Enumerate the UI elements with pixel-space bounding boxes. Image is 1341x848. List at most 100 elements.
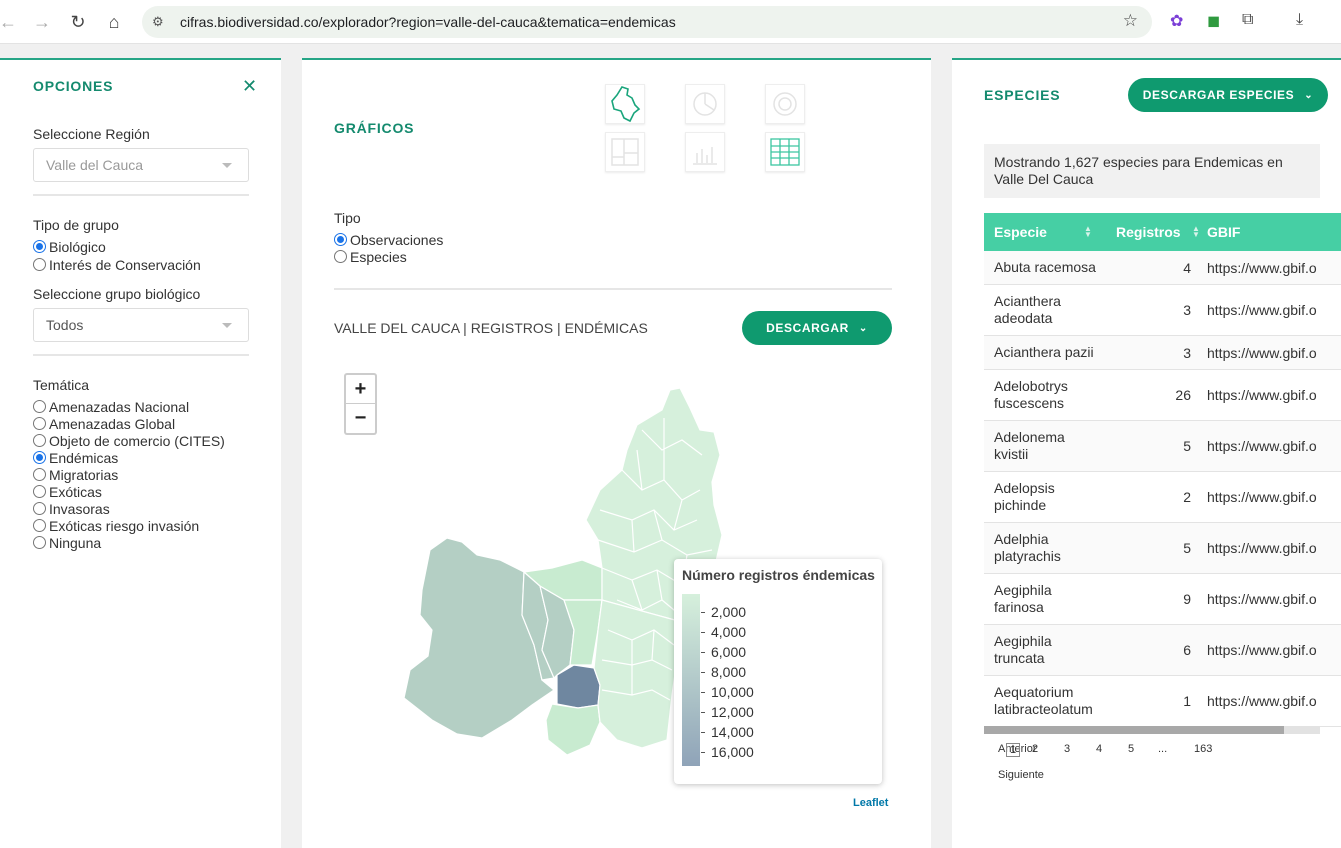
- radio-theme[interactable]: Exóticas: [33, 483, 102, 500]
- bar-chart-icon[interactable]: [685, 132, 725, 172]
- table-cell-gbif[interactable]: https://www.gbif.o: [1201, 387, 1317, 403]
- table-row[interactable]: Acianthera adeodata 3 https://www.gbif.o: [984, 285, 1341, 336]
- extension-flower-icon[interactable]: ✿: [1170, 11, 1183, 31]
- table-cell-gbif[interactable]: https://www.gbif.o: [1201, 260, 1317, 276]
- column-header-gbif[interactable]: GBIF: [1201, 224, 1240, 240]
- table-cell-gbif[interactable]: https://www.gbif.o: [1201, 693, 1317, 709]
- radio-button[interactable]: [33, 468, 46, 481]
- pagination-page[interactable]: ...: [1158, 743, 1167, 755]
- radio-button[interactable]: [33, 451, 46, 464]
- pagination-next[interactable]: Siguiente: [998, 769, 1044, 781]
- radio-button[interactable]: [33, 519, 46, 532]
- table-cell-gbif[interactable]: https://www.gbif.o: [1201, 438, 1317, 454]
- type-label: Tipo: [334, 210, 361, 226]
- municipality-south-cluster[interactable]: [593, 599, 683, 749]
- radio-theme[interactable]: Amenazadas Global: [33, 415, 175, 432]
- radio-type-especies[interactable]: Especies: [334, 248, 407, 265]
- map-legend: Número registros éndemicas 2,000 4,000 6,0…: [674, 559, 882, 784]
- table-row[interactable]: Adelopsis pichinde 2 https://www.gbif.o: [984, 472, 1341, 523]
- extension-green-icon[interactable]: ◼: [1207, 11, 1220, 31]
- radio-theme[interactable]: Ninguna: [33, 534, 101, 551]
- table-row[interactable]: Adelobotrys fuscescens 26 https://www.gbif…: [984, 370, 1341, 421]
- radio-theme[interactable]: Amenazadas Nacional: [33, 398, 189, 415]
- address-bar[interactable]: ⚙ cifras.biodiversidad.co/explorador?reg…: [142, 6, 1152, 38]
- download-species-button[interactable]: DESCARGAR ESPECIES ⌄: [1128, 78, 1328, 112]
- radio-button[interactable]: [33, 485, 46, 498]
- pagination-page[interactable]: 4: [1096, 743, 1102, 755]
- table-header: Especie ▲ ▼ Registros ▲ ▼ GBIF: [984, 213, 1341, 251]
- radio-label: Especies: [350, 248, 407, 265]
- radio-button[interactable]: [33, 536, 46, 549]
- table-cell-gbif[interactable]: https://www.gbif.o: [1201, 591, 1317, 607]
- radio-theme[interactable]: Endémicas: [33, 449, 118, 466]
- table-cell-gbif[interactable]: https://www.gbif.o: [1201, 345, 1317, 361]
- legend-tick-label: 16,000: [701, 744, 754, 760]
- site-settings-icon[interactable]: ⚙: [152, 14, 174, 30]
- radio-button[interactable]: [33, 434, 46, 447]
- radio-button[interactable]: [33, 258, 46, 271]
- pagination-page[interactable]: 3: [1064, 743, 1070, 755]
- options-title: OPCIONES: [33, 78, 114, 94]
- back-arrow-icon[interactable]: ←: [0, 6, 26, 38]
- table-grid-icon[interactable]: [765, 132, 805, 172]
- download-button[interactable]: DESCARGAR ⌄: [742, 311, 892, 345]
- table-row[interactable]: Adelonema kvistii 5 https://www.gbif.o: [984, 421, 1341, 472]
- chevron-down-icon: ⌄: [1304, 89, 1314, 101]
- radio-theme[interactable]: Migratorias: [33, 466, 118, 483]
- radio-theme[interactable]: Exóticas riesgo invasión: [33, 517, 199, 534]
- browser-toolbar: ← → ↻ ⌂ ⚙ cifras.biodiversidad.co/explor…: [0, 0, 1341, 44]
- close-icon[interactable]: ✕: [242, 76, 257, 97]
- pie-chart-icon[interactable]: [685, 84, 725, 124]
- radio-button[interactable]: [33, 502, 46, 515]
- radio-button[interactable]: [334, 250, 347, 263]
- zoom-in-button[interactable]: +: [346, 375, 375, 404]
- extensions-puzzle-icon[interactable]: ⧉: [1242, 11, 1253, 29]
- table-cell-gbif[interactable]: https://www.gbif.o: [1201, 302, 1317, 318]
- bookmark-star-icon[interactable]: ☆: [1123, 11, 1138, 31]
- zoom-out-button[interactable]: −: [346, 404, 375, 433]
- municipality-cali[interactable]: [556, 664, 601, 709]
- radio-group-type-conservacion[interactable]: Interés de Conservación: [33, 256, 201, 273]
- column-header-registros[interactable]: Registros ▲ ▼: [1096, 224, 1201, 240]
- scrollbar-thumb[interactable]: [984, 726, 1284, 734]
- bio-group-select[interactable]: Todos: [33, 308, 249, 342]
- table-row[interactable]: Abuta racemosa 4 https://www.gbif.o: [984, 251, 1341, 285]
- download-icon[interactable]: ⤓: [1296, 11, 1303, 29]
- municipality-jamundi[interactable]: [545, 703, 601, 756]
- forward-arrow-icon[interactable]: →: [24, 6, 60, 38]
- pagination-page[interactable]: 5: [1128, 743, 1134, 755]
- radio-button[interactable]: [33, 417, 46, 430]
- pagination-page[interactable]: 2: [1032, 743, 1038, 755]
- radio-theme[interactable]: Objeto de comercio (CITES): [33, 432, 225, 449]
- table-row[interactable]: Aegiphila truncata 6 https://www.gbif.o: [984, 625, 1341, 676]
- region-select[interactable]: Valle del Cauca: [33, 148, 249, 182]
- column-header-especie[interactable]: Especie ▲ ▼: [984, 224, 1096, 241]
- treemap-icon[interactable]: [605, 132, 645, 172]
- table-cell-name: Aegiphila truncata: [994, 633, 1052, 666]
- table-row[interactable]: Acianthera pazii 3 https://www.gbif.o: [984, 336, 1341, 370]
- radio-label: Exóticas: [49, 483, 102, 500]
- radio-button[interactable]: [33, 240, 46, 253]
- radio-label: Amenazadas Global: [49, 415, 176, 432]
- table-row[interactable]: Aequatorium latibracteolatum 1 https://www…: [984, 676, 1341, 727]
- table-horizontal-scrollbar[interactable]: [984, 726, 1320, 734]
- radio-type-observaciones[interactable]: Observaciones: [334, 231, 443, 248]
- map-colombia-icon[interactable]: [605, 84, 645, 124]
- table-row[interactable]: Aegiphila farinosa 9 https://www.gbif.o: [984, 574, 1341, 625]
- radio-button[interactable]: [33, 400, 46, 413]
- divider: [33, 354, 249, 356]
- radio-theme[interactable]: Invasoras: [33, 500, 110, 517]
- table-cell-gbif[interactable]: https://www.gbif.o: [1201, 540, 1317, 556]
- radio-button[interactable]: [334, 233, 347, 246]
- radio-group-type-biologico[interactable]: Biológico: [33, 238, 106, 255]
- table-row[interactable]: Adelphia platyrachis 5 https://www.gbif.o: [984, 523, 1341, 574]
- table-cell-gbif[interactable]: https://www.gbif.o: [1201, 642, 1317, 658]
- reload-icon[interactable]: ↻: [60, 6, 96, 38]
- leaflet-attribution-link[interactable]: Leaflet: [853, 797, 888, 809]
- table-cell-count: 4: [1183, 259, 1191, 276]
- donut-chart-icon[interactable]: [765, 84, 805, 124]
- table-cell-gbif[interactable]: https://www.gbif.o: [1201, 489, 1317, 505]
- pagination-page[interactable]: 1: [1006, 743, 1021, 757]
- home-icon[interactable]: ⌂: [96, 6, 132, 38]
- pagination-page[interactable]: 163: [1194, 743, 1212, 755]
